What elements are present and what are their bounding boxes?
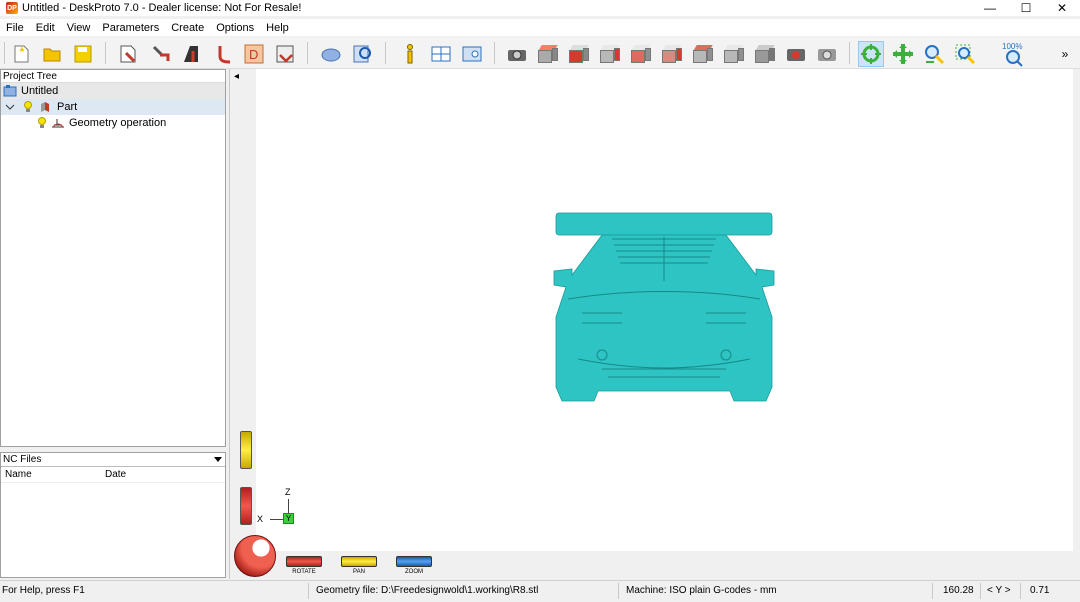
part-icon [41, 102, 49, 112]
view-right-icon[interactable] [597, 41, 623, 67]
save-icon[interactable] [70, 41, 96, 67]
toolbar: D 100% » [0, 37, 1080, 69]
toolbar-overflow-button[interactable]: » [1056, 41, 1074, 67]
save-nc-icon[interactable] [272, 41, 298, 67]
menu-file[interactable]: File [0, 22, 30, 34]
operation-icon [52, 119, 64, 128]
lightbulb-icon[interactable] [37, 117, 47, 129]
status-help: For Help, press F1 [2, 585, 85, 596]
tree-root-label: Untitled [21, 85, 59, 97]
close-button[interactable]: ✕ [1044, 0, 1080, 16]
nc-files-header: NC Files [3, 454, 42, 465]
tree-item-operation-label: Geometry operation [69, 117, 167, 129]
minimize-button[interactable]: — [972, 0, 1008, 16]
import-geometry-icon[interactable] [116, 41, 142, 67]
lightbulb-icon[interactable] [23, 101, 33, 113]
nc-files-panel: NC Files Name Date [0, 452, 226, 578]
window-title: Untitled - DeskProto 7.0 - Dealer licens… [22, 2, 302, 14]
zoom-percent-label: 100% [1002, 42, 1022, 51]
preview-zoom-icon[interactable] [350, 41, 376, 67]
title-bar: DP Untitled - DeskProto 7.0 - Dealer lic… [0, 0, 1080, 16]
nc-files-columns: Name Date [1, 467, 225, 483]
menu-edit[interactable]: Edit [30, 22, 61, 34]
project-tree-panel: Project Tree Untitled Part Geometry oper… [0, 69, 226, 447]
view-iso-icon[interactable] [721, 41, 747, 67]
zoom-slider[interactable] [396, 556, 432, 567]
render-settings-icon[interactable] [814, 41, 840, 67]
svg-text:D: D [249, 47, 258, 62]
rotate-vertical-slider[interactable] [240, 487, 252, 525]
info-icon[interactable] [397, 41, 423, 67]
menu-options[interactable]: Options [210, 22, 260, 34]
tool-icon[interactable] [210, 41, 236, 67]
pan-mode-icon[interactable] [890, 41, 916, 67]
status-coordinate: 160.28 [943, 585, 974, 596]
nc-files-dropdown[interactable]: NC Files [1, 453, 225, 467]
zoom-mode-icon[interactable] [921, 41, 947, 67]
axis-indicator: Z X Y [252, 483, 302, 533]
rotate-slider-label: ROTATE [292, 569, 316, 575]
simulation-icon[interactable] [318, 41, 344, 67]
part-parameters-icon[interactable] [179, 41, 205, 67]
view-front-icon[interactable] [566, 41, 592, 67]
move-part-icon[interactable] [148, 41, 174, 67]
view-top-icon[interactable] [535, 41, 561, 67]
drawing-icon[interactable]: D [241, 41, 267, 67]
window-view-icon[interactable] [459, 41, 485, 67]
tree-root[interactable]: Untitled [1, 83, 225, 99]
tree-item-part-label: Part [57, 101, 78, 113]
window-layout-icon[interactable] [428, 41, 454, 67]
project-icon [3, 85, 17, 97]
menu-parameters[interactable]: Parameters [96, 22, 165, 34]
status-geometry-file: Geometry file: D:\Freedesignwold\1.worki… [316, 585, 539, 596]
render-screenshot-icon[interactable] [783, 41, 809, 67]
dropdown-arrow-icon[interactable] [213, 456, 223, 464]
maximize-button[interactable]: ☐ [1008, 0, 1044, 16]
status-bar: For Help, press F1 Geometry file: D:\Fre… [0, 580, 1080, 602]
col-date-header[interactable]: Date [105, 469, 126, 480]
project-tree-header: Project Tree [1, 70, 225, 83]
new-file-icon[interactable] [8, 41, 34, 67]
axis-y-label: Y [283, 513, 294, 524]
viewport-left-strip: ◂ [230, 69, 256, 551]
status-axis: < Y > [987, 585, 1011, 596]
view-back-icon[interactable] [628, 41, 654, 67]
chevron-down-icon[interactable] [5, 102, 15, 112]
view-iso2-icon[interactable] [752, 41, 778, 67]
menu-bar: File Edit View Parameters Create Options… [0, 19, 1080, 36]
tree-item-geometry-operation[interactable]: Geometry operation [1, 115, 225, 131]
app-icon[interactable]: DP [6, 2, 18, 14]
camera-icon[interactable] [504, 41, 530, 67]
viewport-bottom-strip: ROTATE PAN ZOOM [230, 535, 1074, 579]
open-folder-icon[interactable] [39, 41, 65, 67]
pan-slider[interactable] [341, 556, 377, 567]
collapse-panel-button[interactable]: ◂ [234, 71, 239, 82]
view-left-icon[interactable] [659, 41, 685, 67]
viewport-3d[interactable]: ◂ Z X Y ROTATE PAN ZOOM [229, 69, 1074, 579]
zoom-window-icon[interactable] [952, 41, 978, 67]
col-name-header[interactable]: Name [1, 469, 105, 480]
rotate-mode-icon[interactable] [858, 41, 884, 67]
menu-help[interactable]: Help [260, 22, 295, 34]
pan-vertical-slider[interactable] [240, 431, 252, 469]
view-bottom-icon[interactable] [690, 41, 716, 67]
menu-create[interactable]: Create [165, 22, 210, 34]
axis-z-label: Z [285, 487, 291, 497]
status-coordinate-2: 0.71 [1030, 585, 1050, 596]
rotate-slider[interactable] [286, 556, 322, 567]
tree-item-part[interactable]: Part [1, 99, 225, 115]
zoom-slider-label: ZOOM [405, 569, 423, 575]
zoom-all-icon[interactable]: 100% [999, 41, 1027, 67]
axis-x-label: X [257, 514, 264, 524]
status-machine: Machine: ISO plain G-codes - mm [626, 585, 777, 596]
menu-view[interactable]: View [61, 22, 97, 34]
part-model[interactable] [542, 209, 786, 413]
rotate-dial[interactable] [234, 535, 276, 577]
pan-slider-label: PAN [353, 569, 365, 575]
